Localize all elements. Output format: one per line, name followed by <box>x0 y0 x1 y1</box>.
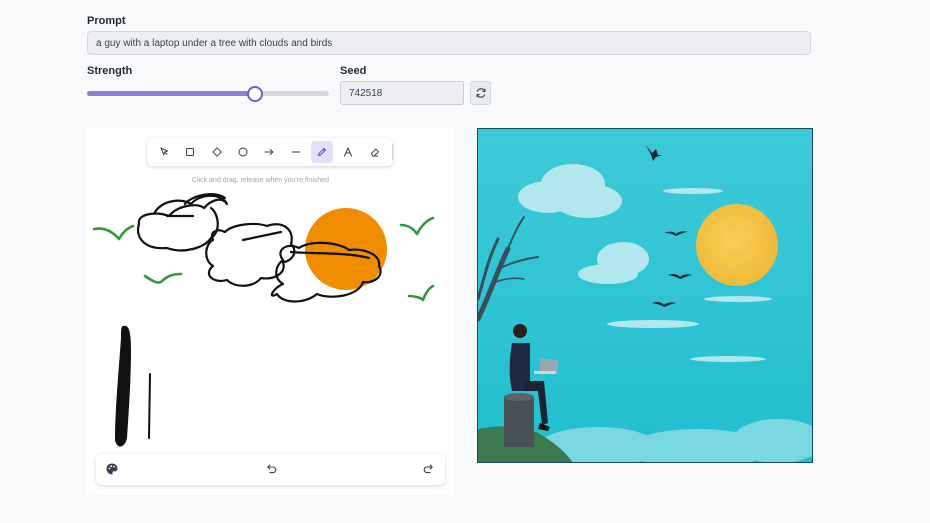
sketch-toolbar <box>147 138 393 166</box>
sketch-bird-2 <box>143 272 183 284</box>
arrow-right-icon <box>264 149 274 155</box>
redo-button[interactable] <box>422 462 436 476</box>
palette-icon <box>106 463 118 475</box>
prompt-label: Prompt <box>87 15 126 27</box>
toolbar-divider <box>391 144 393 160</box>
cursor-icon <box>160 147 168 156</box>
line-icon <box>291 151 301 153</box>
tool-ellipse[interactable] <box>232 141 254 163</box>
tool-eraser[interactable] <box>364 141 386 163</box>
sketch-hint: Click and drag, release when you're fini… <box>191 177 330 184</box>
square-icon <box>186 148 195 156</box>
tool-text[interactable] <box>337 141 359 163</box>
undo-icon <box>267 464 277 474</box>
tool-diamond[interactable] <box>206 141 228 163</box>
undo-button[interactable] <box>264 462 278 476</box>
regenerate-seed-button[interactable] <box>470 81 491 105</box>
strength-slider[interactable] <box>87 86 329 102</box>
tool-line[interactable] <box>285 141 307 163</box>
tool-rectangle[interactable] <box>179 141 201 163</box>
diamond-icon <box>211 147 222 157</box>
text-icon <box>344 147 353 157</box>
tool-arrow[interactable] <box>258 141 280 163</box>
palette-button[interactable] <box>105 462 119 476</box>
sketch-bird-1 <box>92 224 135 241</box>
eraser-icon <box>370 148 379 157</box>
refresh-icon <box>476 88 485 98</box>
generated-image <box>477 128 813 463</box>
generated-image-art <box>478 129 812 462</box>
seed-label: Seed <box>340 65 367 77</box>
sketch-trunk-line <box>148 373 151 439</box>
tool-selection[interactable] <box>153 141 175 163</box>
strength-slider-fill <box>87 91 254 96</box>
circle-icon <box>238 147 248 157</box>
tool-draw[interactable] <box>310 141 333 163</box>
redo-icon <box>423 464 433 474</box>
strength-slider-thumb[interactable] <box>246 86 263 102</box>
sketch-bottom-bar <box>96 454 445 485</box>
sketch-bird-4 <box>407 284 435 302</box>
sketch-bird-3 <box>399 216 435 236</box>
prompt-input[interactable]: a guy with a laptop under a tree with cl… <box>87 31 811 55</box>
pencil-icon <box>317 148 326 156</box>
strength-label: Strength <box>87 65 133 77</box>
sketch-cloud-2-stroke <box>241 230 283 242</box>
seed-input[interactable]: 742518 <box>340 81 464 105</box>
sketch-trunk <box>115 325 131 447</box>
sketch-canvas[interactable]: Click and drag, release when you're fini… <box>87 128 454 495</box>
